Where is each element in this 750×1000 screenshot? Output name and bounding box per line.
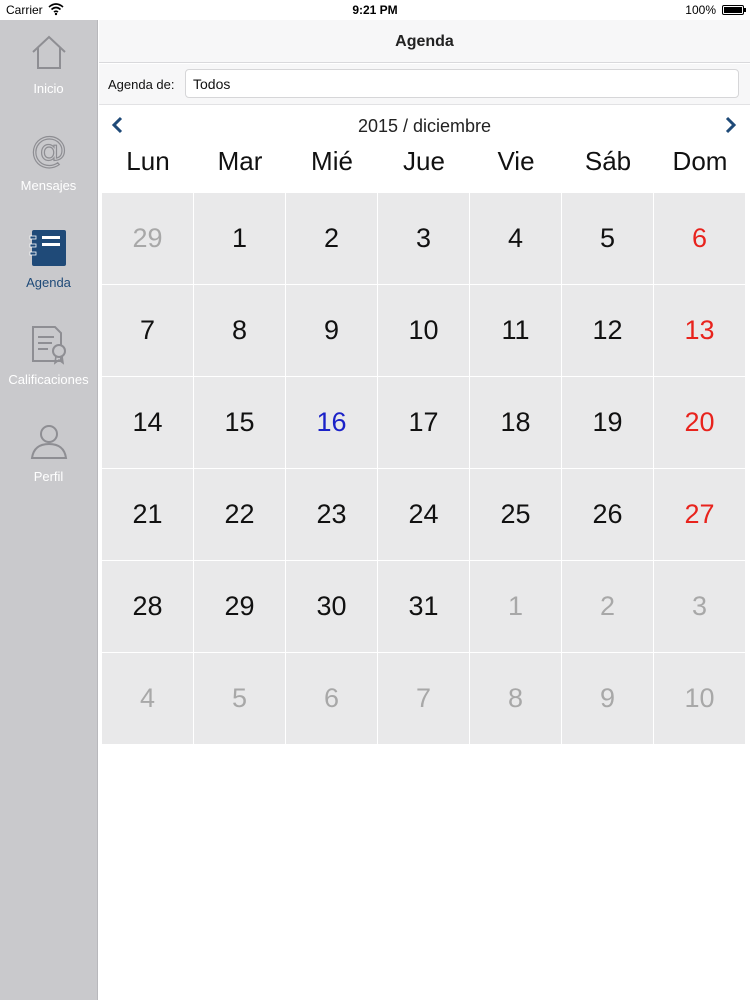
calendar-day-cell[interactable]: 10 bbox=[378, 285, 469, 376]
weekday-label: Jue bbox=[403, 146, 445, 176]
tab-inicio[interactable]: Inicio bbox=[0, 24, 97, 114]
person-icon bbox=[28, 420, 70, 462]
agenda-filter-label: Agenda de: bbox=[108, 77, 175, 92]
calendar-day-cell[interactable]: 7 bbox=[102, 285, 193, 376]
tab-label: Agenda bbox=[26, 275, 71, 290]
tab-mensajes[interactable]: @ Mensajes bbox=[0, 121, 97, 211]
calendar-day-cell[interactable]: 13 bbox=[654, 285, 745, 376]
weekday-label: Dom bbox=[672, 146, 728, 176]
chevron-right-icon bbox=[725, 116, 737, 134]
navigation-bar: Agenda bbox=[99, 20, 750, 63]
calendar-day-cell[interactable]: 2 bbox=[562, 561, 653, 652]
month-header: 2015 / diciembre bbox=[99, 108, 750, 142]
weekday-label: Lun bbox=[126, 146, 170, 176]
tab-perfil[interactable]: Perfil bbox=[0, 412, 97, 502]
calendar-day-cell[interactable]: 28 bbox=[102, 561, 193, 652]
month-title: 2015 / diciembre bbox=[357, 116, 492, 136]
tab-agenda[interactable]: Agenda bbox=[0, 218, 97, 308]
calendar-day-cell[interactable]: 23 bbox=[286, 469, 377, 560]
calendar-day-cell[interactable]: 18 bbox=[470, 377, 561, 468]
tab-label: Calificaciones bbox=[8, 372, 89, 387]
calendar-day-cell[interactable]: 20 bbox=[654, 377, 745, 468]
page-title: Agenda bbox=[395, 33, 454, 50]
calendar-day-cell[interactable]: 26 bbox=[562, 469, 653, 560]
status-time: 9:21 PM bbox=[352, 3, 398, 17]
calendar-day-cell[interactable]: 29 bbox=[194, 561, 285, 652]
agenda-notebook-icon bbox=[28, 226, 70, 268]
weekday-label: Mié bbox=[311, 146, 353, 176]
calendar-day-cell[interactable]: 8 bbox=[470, 653, 561, 744]
calendar-day-cell[interactable]: 27 bbox=[654, 469, 745, 560]
calendar-day-cell[interactable]: 14 bbox=[102, 377, 193, 468]
weekday-label: Mar bbox=[217, 146, 263, 176]
calendar-day-cell[interactable]: 9 bbox=[286, 285, 377, 376]
calendar-day-cell[interactable]: 22 bbox=[194, 469, 285, 560]
calendar-day-cell[interactable]: 8 bbox=[194, 285, 285, 376]
weekday-label: Vie bbox=[497, 146, 535, 176]
weekday-label: Sáb bbox=[584, 146, 632, 176]
agenda-filter-field[interactable]: Todos bbox=[185, 69, 739, 98]
calendar-day-cell[interactable]: 5 bbox=[194, 653, 285, 744]
calendar-day-cell[interactable]: 5 bbox=[562, 193, 653, 284]
tab-label: Mensajes bbox=[20, 178, 77, 193]
svg-text:@: @ bbox=[31, 130, 67, 171]
calendar-day-cell[interactable]: 3 bbox=[378, 193, 469, 284]
calendar-day-cell[interactable]: 10 bbox=[654, 653, 745, 744]
calendar-grid: 29 1 2 3 4 5 6 7 8 9 10 11 12 13 14 15 16 17 18 19 20 21 22 23 2… bbox=[102, 193, 746, 745]
calendar-day-cell[interactable]: 1 bbox=[470, 561, 561, 652]
calendar-day-cell[interactable]: 12 bbox=[562, 285, 653, 376]
at-sign-icon: @ bbox=[28, 129, 70, 171]
battery-percent: 100% bbox=[685, 3, 716, 17]
calendar-day-cell[interactable]: 17 bbox=[378, 377, 469, 468]
calendar-day-cell[interactable]: 2 bbox=[286, 193, 377, 284]
calendar-day-cell[interactable]: 31 bbox=[378, 561, 469, 652]
calendar-day-cell[interactable]: 1 bbox=[194, 193, 285, 284]
calendar-day-cell[interactable]: 7 bbox=[378, 653, 469, 744]
calendar-day-cell[interactable]: 4 bbox=[102, 653, 193, 744]
calendar-day-cell[interactable]: 3 bbox=[654, 561, 745, 652]
agenda-filter-bar: Agenda de: Todos bbox=[99, 64, 750, 105]
tab-calificaciones[interactable]: Calificaciones bbox=[0, 315, 97, 405]
calendar-day-cell[interactable]: 6 bbox=[286, 653, 377, 744]
calendar-day-cell[interactable]: 15 bbox=[194, 377, 285, 468]
weekday-header-row: Lun Mar Mié Jue Vie Sáb Dom bbox=[102, 146, 746, 186]
battery-icon bbox=[722, 5, 746, 15]
sidebar: Inicio @ Mensajes Agenda Calificaciones … bbox=[0, 20, 98, 1000]
calendar-day-cell[interactable]: 4 bbox=[470, 193, 561, 284]
calendar-day-cell[interactable]: 30 bbox=[286, 561, 377, 652]
status-bar: Carrier 9:21 PM 100% bbox=[0, 0, 750, 20]
calendar-day-cell[interactable]: 24 bbox=[378, 469, 469, 560]
tab-label: Inicio bbox=[33, 81, 64, 96]
calendar-day-cell[interactable]: 11 bbox=[470, 285, 561, 376]
certificate-icon bbox=[28, 323, 70, 365]
calendar-day-cell[interactable]: 21 bbox=[102, 469, 193, 560]
calendar-day-cell[interactable]: 25 bbox=[470, 469, 561, 560]
calendar-day-cell[interactable]: 16 bbox=[286, 377, 377, 468]
next-month-button[interactable] bbox=[719, 114, 741, 136]
calendar-day-cell[interactable]: 29 bbox=[102, 193, 193, 284]
tab-label: Perfil bbox=[33, 469, 64, 484]
calendar-day-cell[interactable]: 9 bbox=[562, 653, 653, 744]
home-icon bbox=[28, 32, 70, 74]
calendar-day-cell[interactable]: 6 bbox=[654, 193, 745, 284]
calendar-day-cell[interactable]: 19 bbox=[562, 377, 653, 468]
